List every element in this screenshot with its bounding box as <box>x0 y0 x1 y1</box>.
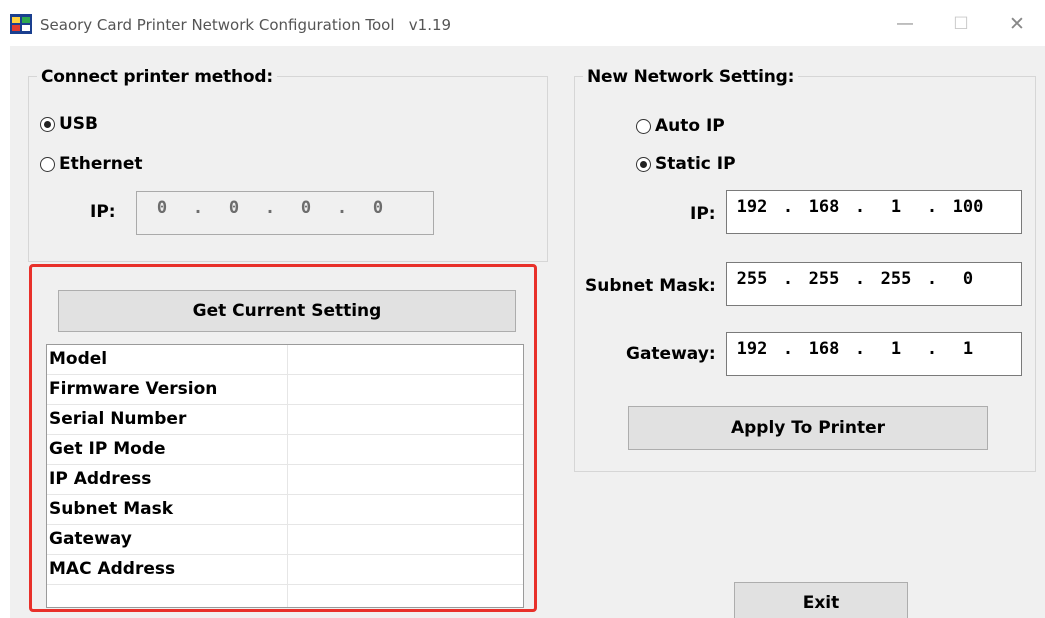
ip-octet: 0 <box>372 198 384 218</box>
info-label: Model <box>47 345 288 374</box>
gateway-octet: 192 <box>736 339 768 359</box>
info-value <box>288 375 523 404</box>
window-client-area: Connect printer method: USB Ethernet IP:… <box>10 46 1045 618</box>
ethernet-radio-circle <box>40 156 55 172</box>
gateway-label: Gateway: <box>626 344 716 364</box>
usb-radio-circle <box>40 116 55 132</box>
ethernet-radio-label: Ethernet <box>59 154 143 174</box>
subnet-mask-label: Subnet Mask: <box>585 276 716 296</box>
connect-ip-label: IP: <box>90 202 116 222</box>
info-value <box>288 495 523 524</box>
maximize-button[interactable]: ☐ <box>938 6 984 42</box>
info-value <box>288 525 523 554</box>
ip-octet: 0 <box>156 198 168 218</box>
ip-separator: . <box>854 197 866 217</box>
list-item: IP Address <box>47 465 523 495</box>
mask-octet: 255 <box>880 269 912 289</box>
info-value <box>288 405 523 434</box>
get-current-setting-button[interactable]: Get Current Setting <box>58 290 516 332</box>
exit-button[interactable]: Exit <box>734 582 908 618</box>
info-label: Subnet Mask <box>47 495 288 524</box>
ip-separator: . <box>782 269 794 289</box>
close-icon: ✕ <box>1009 13 1025 35</box>
title-bar: Seaory Card Printer Network Configuratio… <box>0 0 1045 46</box>
list-item: Serial Number <box>47 405 523 435</box>
info-label: Get IP Mode <box>47 435 288 464</box>
mask-octet: 255 <box>736 269 768 289</box>
ip-octet: 1 <box>890 197 902 217</box>
info-value <box>288 465 523 494</box>
info-value <box>288 585 523 607</box>
usb-radio-label: USB <box>59 114 99 134</box>
ip-separator: . <box>264 198 276 218</box>
ip-separator: . <box>854 339 866 359</box>
list-item: Subnet Mask <box>47 495 523 525</box>
maximize-icon: ☐ <box>953 14 969 33</box>
apply-to-printer-button[interactable]: Apply To Printer <box>628 406 988 450</box>
ip-separator: . <box>926 269 938 289</box>
gateway-octet: 1 <box>962 339 974 359</box>
list-item: Firmware Version <box>47 375 523 405</box>
ip-separator: . <box>192 198 204 218</box>
minimize-icon: — <box>897 15 913 32</box>
static-ip-radio-circle <box>636 156 651 172</box>
static-ip-radio-label: Static IP <box>655 154 736 174</box>
info-value <box>288 435 523 464</box>
ip-separator: . <box>854 269 866 289</box>
subnet-mask-field[interactable]: 255. 255. 255. 0 <box>726 262 1022 306</box>
mask-octet: 255 <box>808 269 840 289</box>
ip-octet: 168 <box>808 197 840 217</box>
list-item: Gateway <box>47 525 523 555</box>
info-label: MAC Address <box>47 555 288 584</box>
list-item: MAC Address <box>47 555 523 585</box>
ip-octet: 192 <box>736 197 768 217</box>
radio-selected-dot <box>640 160 647 168</box>
info-label: Firmware Version <box>47 375 288 404</box>
gateway-field[interactable]: 192. 168. 1. 1 <box>726 332 1022 376</box>
static-ip-label: IP: <box>690 204 716 224</box>
printer-info-list[interactable]: Model Firmware Version Serial Number Get… <box>46 344 524 608</box>
list-item: Model <box>47 345 523 375</box>
ip-octet: 100 <box>952 197 984 217</box>
info-label: Serial Number <box>47 405 288 434</box>
list-item <box>47 585 523 607</box>
static-ip-radio[interactable]: Static IP <box>636 154 736 174</box>
info-label: IP Address <box>47 465 288 494</box>
mask-octet: 0 <box>962 269 974 289</box>
ip-separator: . <box>336 198 348 218</box>
network-setting-legend: New Network Setting: <box>583 67 799 87</box>
info-label <box>47 585 288 607</box>
ip-separator: . <box>926 339 938 359</box>
info-label: Gateway <box>47 525 288 554</box>
connect-method-legend: Connect printer method: <box>37 67 277 87</box>
minimize-button[interactable]: — <box>882 6 928 42</box>
app-printer-icon <box>10 14 32 34</box>
radio-selected-dot <box>44 120 51 128</box>
list-item: Get IP Mode <box>47 435 523 465</box>
window-title: Seaory Card Printer Network Configuratio… <box>40 16 452 34</box>
connect-ip-field[interactable]: 0. 0. 0. 0 <box>136 191 434 235</box>
auto-ip-radio-circle <box>636 118 651 134</box>
close-button[interactable]: ✕ <box>994 6 1040 42</box>
ip-octet: 0 <box>228 198 240 218</box>
static-ip-field[interactable]: 192. 168. 1. 100 <box>726 190 1022 234</box>
info-value <box>288 555 523 584</box>
ip-separator: . <box>926 197 938 217</box>
usb-radio[interactable]: USB <box>40 114 98 134</box>
auto-ip-radio[interactable]: Auto IP <box>636 116 725 136</box>
gateway-octet: 1 <box>890 339 902 359</box>
ip-octet: 0 <box>300 198 312 218</box>
gateway-octet: 168 <box>808 339 840 359</box>
auto-ip-radio-label: Auto IP <box>655 116 725 136</box>
info-value <box>288 345 523 374</box>
ip-separator: . <box>782 197 794 217</box>
ethernet-radio[interactable]: Ethernet <box>40 154 143 174</box>
ip-separator: . <box>782 339 794 359</box>
